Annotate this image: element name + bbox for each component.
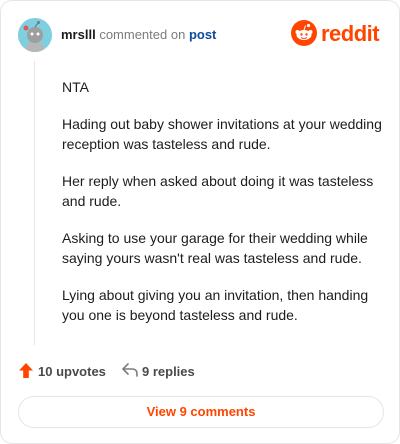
- username-link[interactable]: mrslll: [61, 27, 96, 42]
- reply-arrow-icon[interactable]: [122, 363, 138, 382]
- action-text: commented on: [99, 27, 186, 42]
- reddit-logo[interactable]: reddit: [291, 20, 383, 48]
- comment-meta: mrslll commented on post: [61, 28, 216, 42]
- replies-count[interactable]: 9 replies: [142, 364, 195, 379]
- comment-card: mrslll commented on post reddit NTA Hadi…: [0, 0, 400, 444]
- reddit-logo-icon: [291, 20, 317, 46]
- comment-paragraph: Asking to use your garage for their wedd…: [62, 230, 368, 266]
- thread-line: [34, 61, 35, 345]
- brand-wordmark: reddit: [321, 21, 380, 46]
- upvotes-count[interactable]: 10 upvotes: [38, 364, 106, 379]
- comment-paragraph: Lying about giving you an invitation, th…: [62, 287, 369, 323]
- comment-paragraph: Hading out baby shower invitations at yo…: [62, 116, 382, 152]
- comment-header: mrslll commented on post reddit: [18, 18, 383, 52]
- comment-actions: 10 upvotes 9 replies: [18, 361, 318, 381]
- upvote-arrow-icon[interactable]: [18, 362, 34, 384]
- post-link[interactable]: post: [189, 27, 216, 42]
- comment-paragraph: Her reply when asked about doing it was …: [62, 173, 374, 209]
- snoo-avatar-icon[interactable]: [18, 18, 52, 52]
- comment-paragraph: NTA: [62, 79, 89, 95]
- comment-body: NTA Hading out baby shower invitations a…: [62, 77, 382, 342]
- view-comments-button[interactable]: View 9 comments: [18, 396, 384, 428]
